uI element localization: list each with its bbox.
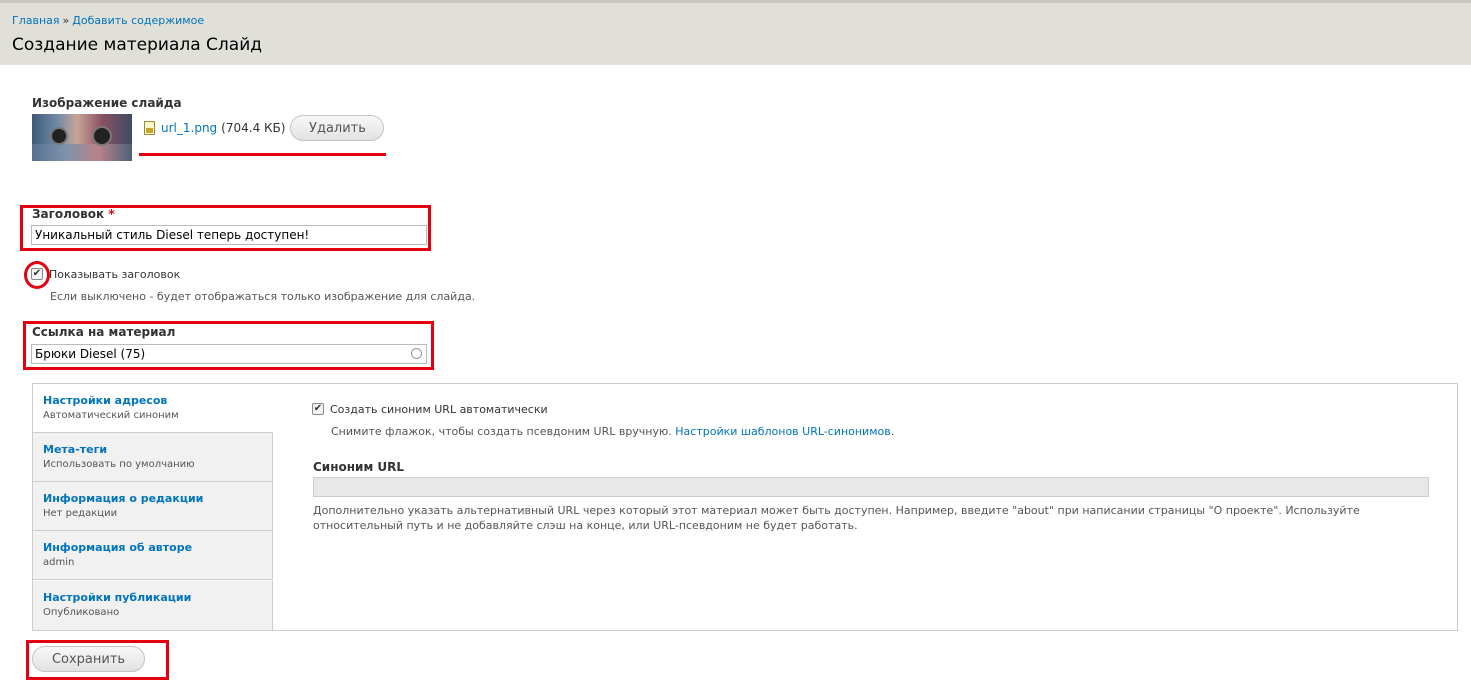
vertical-tabs: Настройки адресов Автоматический синоним… [32,383,1458,631]
url-alias-input[interactable] [313,477,1429,497]
vtab-summary: admin [43,557,75,568]
vtab-title: Информация об авторе [43,541,193,554]
vtab-publishing-options[interactable]: Настройки публикации Опубликовано [33,581,273,630]
breadcrumb-home-link[interactable]: Главная [12,14,60,27]
link-field-label: Ссылка на материал [32,325,176,339]
url-alias-description: Дополнительно указать альтернативный URL… [313,504,1360,532]
url-patterns-link[interactable]: Настройки шаблонов URL-синонимов [675,425,890,438]
vtab-revision-info[interactable]: Информация о редакции Нет редакции [33,482,273,531]
breadcrumb-separator: » [62,14,70,27]
annotation-underline [139,153,386,156]
breadcrumb-add-content-link[interactable]: Добавить содержимое [72,14,204,27]
vtab-summary: Нет редакции [43,508,118,519]
slide-image-thumbnail [32,114,132,161]
file-name-link[interactable]: url_1.png [161,121,217,135]
url-alias-label: Синоним URL [313,460,405,474]
vtab-summary: Автоматический синоним [43,410,179,421]
auto-alias-description-text: Снимите флажок, чтобы создать псевдоним … [331,425,672,438]
vtab-summary: Опубликовано [43,607,120,618]
auto-alias-checkbox[interactable]: ✔ [312,403,324,415]
vtab-summary: Использовать по умолчанию [43,459,195,470]
vtab-title: Информация о редакции [43,492,204,505]
title-field-label: Заголовок * [32,207,115,221]
file-info: url_1.png (704.4 КБ) Удалить [144,115,385,141]
vtab-title: Мета-теги [43,443,108,456]
file-size: (704.4 КБ) [221,121,286,135]
url-settings-pane: ✔ Создать синоним URL автоматически Сним… [274,384,1457,630]
url-patterns-link-suffix: . [890,425,895,438]
material-link-input[interactable] [31,344,427,364]
watch-shape [50,127,68,145]
vtab-meta-tags[interactable]: Мета-теги Использовать по умолчанию [33,433,273,482]
show-title-label: Показывать заголовок [49,268,181,281]
vertical-tabs-list: Настройки адресов Автоматический синоним… [33,384,273,630]
auto-alias-description: Снимите флажок, чтобы создать псевдоним … [331,425,894,438]
show-title-description: Если выключено - будет отображаться толь… [50,290,476,303]
watch-shape [92,126,112,146]
save-button[interactable]: Сохранить [32,646,145,672]
vtab-title: Настройки адресов [43,394,168,407]
vtab-url-settings[interactable]: Настройки адресов Автоматический синоним [33,384,273,433]
auto-alias-label: Создать синоним URL автоматически [330,403,548,416]
remove-image-button[interactable]: Удалить [290,115,385,141]
required-marker: * [108,207,115,221]
title-label-text: Заголовок [32,207,105,221]
image-file-icon [144,121,155,135]
vtab-title: Настройки публикации [43,591,192,604]
autocomplete-throbber-icon [411,348,422,359]
show-title-checkbox[interactable]: ✔ [31,268,43,280]
title-input[interactable] [31,225,427,245]
page-title: Создание материала Слайд [12,35,263,55]
page-header: Главная» Добавить содержимое Создание мат… [0,0,1471,65]
image-field-label: Изображение слайда [32,96,182,110]
vtab-author-info[interactable]: Информация об авторе admin [33,531,273,580]
breadcrumb: Главная» Добавить содержимое [12,14,204,27]
